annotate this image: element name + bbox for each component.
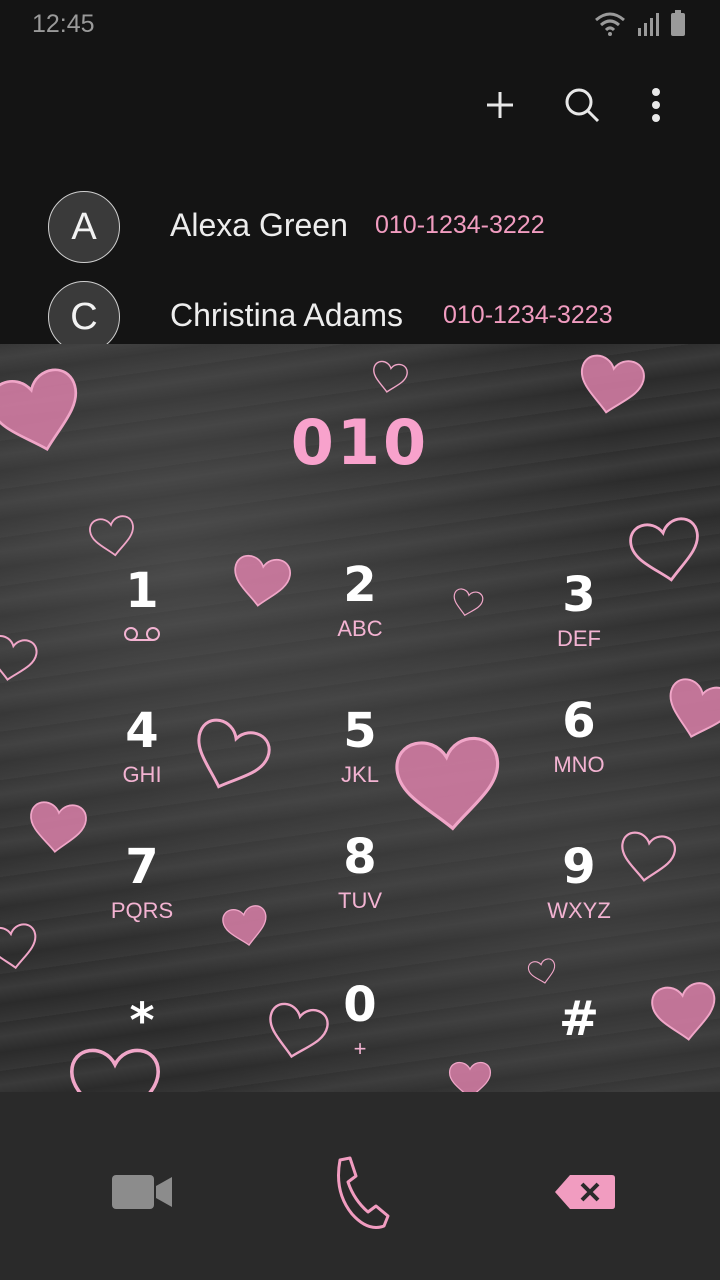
backspace-button[interactable]	[545, 1152, 625, 1232]
key-9[interactable]: 9 WXYZ	[479, 840, 679, 960]
key-letters: GHI	[122, 762, 162, 787]
key-8[interactable]: 8 TUV	[260, 830, 460, 950]
video-camera-icon	[112, 1175, 172, 1209]
key-letters: ABC	[337, 616, 383, 641]
key-digit: 0	[343, 977, 377, 1033]
key-3[interactable]: 3 DEF	[479, 568, 679, 688]
key-digit: 6	[562, 693, 596, 749]
key-digit: 9	[562, 839, 596, 895]
dialpad: 010 1 2 ABC 3 DEF 4 GHI 5 JKL 6 MNO 7 PQ…	[0, 344, 720, 1092]
key-1[interactable]: 1	[42, 564, 242, 684]
contact-name: Christina Adams	[170, 297, 403, 333]
key-7[interactable]: 7 PQRS	[42, 840, 242, 960]
add-contact-button[interactable]	[475, 80, 525, 130]
key-letters: TUV	[338, 888, 382, 913]
key-letters: +	[353, 1036, 367, 1061]
signal-icon	[638, 13, 659, 36]
contact-number: 010-1234-3222	[375, 211, 545, 239]
key-hash[interactable]: #	[479, 992, 679, 1092]
key-digit: *	[129, 993, 155, 1049]
call-button[interactable]	[320, 1152, 400, 1232]
status-icons	[594, 10, 686, 36]
battery-icon	[671, 10, 685, 36]
status-time: 12:45	[32, 10, 95, 38]
key-6[interactable]: 6 MNO	[479, 694, 679, 814]
key-letters: DEF	[557, 626, 601, 651]
key-2[interactable]: 2 ABC	[260, 558, 460, 678]
contact-number: 010-1234-3223	[443, 301, 613, 329]
phone-icon	[337, 1156, 390, 1229]
video-call-button[interactable]	[102, 1152, 182, 1232]
key-digit: 4	[125, 703, 159, 759]
key-digit: 2	[343, 557, 377, 613]
more-vertical-icon	[652, 88, 660, 122]
backspace-icon	[555, 1175, 615, 1209]
wifi-icon	[595, 12, 625, 36]
search-icon	[565, 88, 600, 123]
toolbar	[0, 70, 720, 140]
contact-name: Alexa Green	[170, 207, 348, 243]
plus-icon	[487, 92, 513, 118]
key-digit: #	[558, 991, 600, 1047]
key-letters: WXYZ	[547, 898, 611, 923]
key-digit: 8	[343, 829, 377, 885]
more-options-button[interactable]	[631, 80, 681, 130]
contact-row[interactable]: A Alexa Green 010-1234-3222	[0, 191, 720, 281]
key-4[interactable]: 4 GHI	[42, 704, 242, 824]
key-0[interactable]: 0 +	[260, 978, 460, 1092]
key-digit: 5	[343, 703, 377, 759]
key-letters: JKL	[341, 762, 379, 787]
avatar: C	[48, 281, 120, 353]
voicemail-icon	[124, 627, 160, 641]
dialed-number: 010	[290, 406, 430, 479]
key-digit: 3	[562, 567, 596, 623]
key-digit: 1	[125, 563, 159, 619]
call-action-bar	[0, 1092, 720, 1280]
search-button[interactable]	[557, 80, 607, 130]
key-letters: PQRS	[110, 898, 174, 923]
avatar: A	[48, 191, 120, 263]
key-digit: 7	[125, 839, 159, 895]
key-star[interactable]: *	[42, 994, 242, 1092]
key-letters: MNO	[553, 752, 605, 777]
status-bar: 12:45	[0, 0, 720, 48]
key-5[interactable]: 5 JKL	[260, 704, 460, 824]
